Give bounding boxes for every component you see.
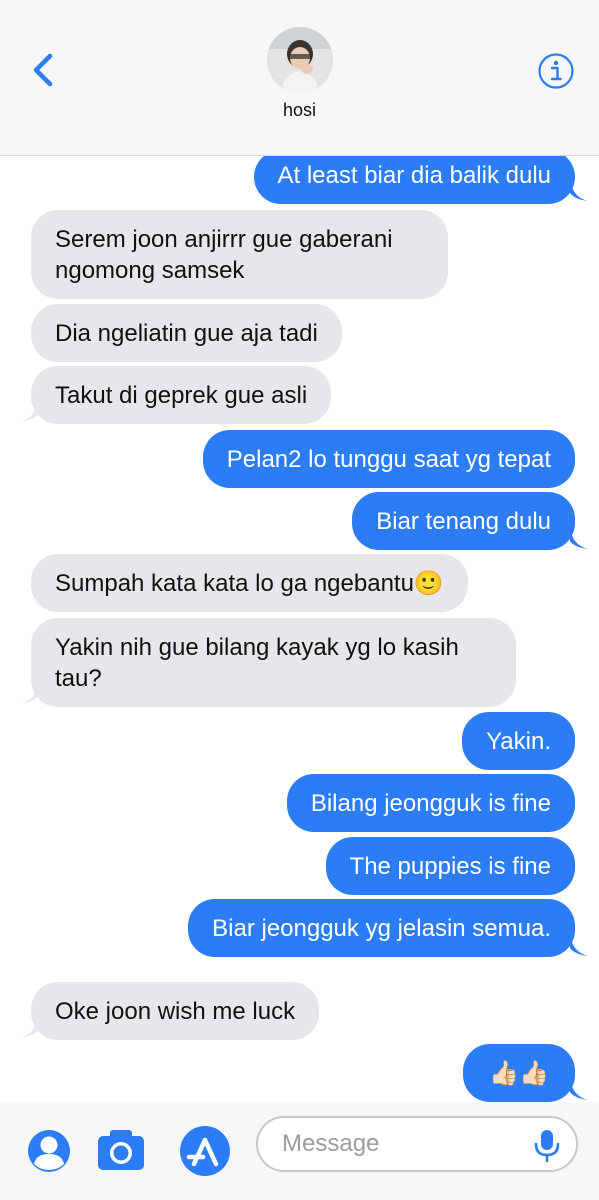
message-bubble-outgoing[interactable]: Biar tenang dulu <box>352 492 575 550</box>
message-placeholder: Message <box>282 1130 380 1157</box>
bubble-tail <box>570 179 588 201</box>
message-bubble-incoming[interactable]: Sumpah kata kata lo ga ngebantu🙂 <box>31 554 468 612</box>
message-bubble-outgoing[interactable]: At least biar dia balik dulu <box>253 150 575 204</box>
message-bubble-outgoing[interactable]: Pelan2 lo tunggu saat yg tepat <box>202 430 575 488</box>
message-list[interactable]: At least biar dia balik dulu Serem joon … <box>0 150 599 1102</box>
message-bubble-incoming[interactable]: Oke joon wish me luck <box>31 982 320 1040</box>
message-bubble-outgoing[interactable]: Biar jeongguk yg jelasin semua. <box>188 899 575 957</box>
app-store-icon[interactable] <box>178 1124 232 1178</box>
bubble-tail <box>570 934 588 956</box>
bubble-tail <box>20 1016 38 1038</box>
camera-icon[interactable] <box>94 1124 148 1178</box>
bubble-tail <box>570 1078 588 1100</box>
message-bubble-outgoing[interactable]: The puppies is fine <box>325 837 575 895</box>
message-bubble-incoming[interactable]: Takut di geprek gue asli <box>31 366 332 424</box>
bubble-tail <box>20 682 38 704</box>
back-chevron-icon[interactable] <box>28 50 58 90</box>
message-input[interactable]: Message <box>256 1116 578 1172</box>
message-bubble-outgoing[interactable]: 👍🏻👍🏻 <box>463 1044 575 1102</box>
message-bubble-incoming[interactable]: Dia ngeliatin gue aja tadi <box>31 304 342 362</box>
message-bubble-outgoing[interactable]: Bilang jeongguk is fine <box>286 774 575 832</box>
conversation-header: hosi <box>0 0 599 156</box>
contact-avatar[interactable] <box>267 27 333 93</box>
avatar-photo <box>267 27 333 93</box>
contact-name[interactable]: hosi <box>0 100 599 121</box>
message-bubble-incoming[interactable]: Yakin nih gue bilang kayak yg lo kasih t… <box>31 618 516 707</box>
info-icon[interactable] <box>537 52 575 90</box>
bubble-tail <box>570 527 588 549</box>
bubble-tail <box>20 400 38 422</box>
message-bubble-incoming[interactable]: Serem joon anjirrr gue gaberani ngomong … <box>31 210 448 299</box>
message-bubble-outgoing[interactable]: Yakin. <box>462 712 575 770</box>
message-composer: Message <box>0 1102 599 1200</box>
microphone-icon[interactable] <box>528 1126 566 1164</box>
contact-icon[interactable] <box>22 1124 76 1178</box>
